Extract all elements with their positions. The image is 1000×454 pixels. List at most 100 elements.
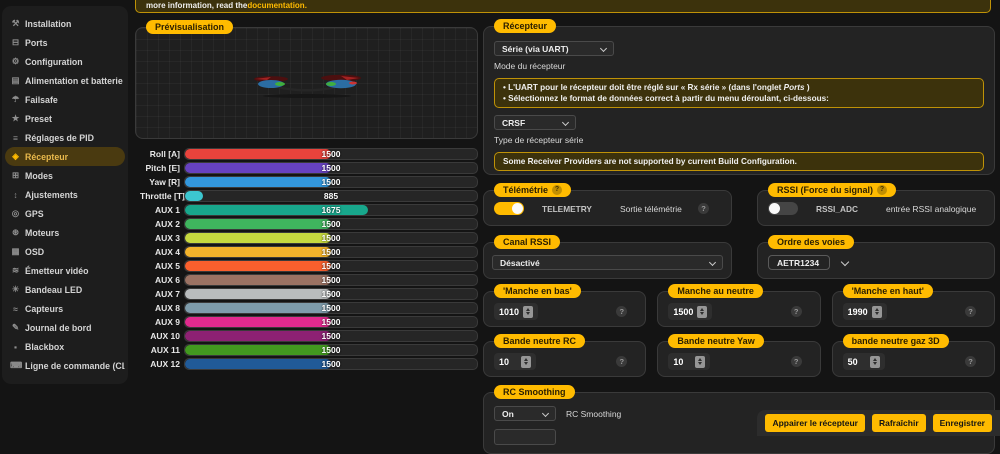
stick-center-panel: Manche au neutre 1500 ?	[657, 291, 820, 327]
channel-track: 1500	[184, 232, 478, 244]
yaw-deadband-input[interactable]: 10	[668, 353, 710, 370]
channel-row: AUX 11 1500	[140, 343, 478, 357]
stick-low-input[interactable]: 1010	[494, 303, 538, 320]
battery-icon: ▤	[10, 75, 21, 86]
sidebar-item-vtx[interactable]: ≋Émetteur vidéo	[5, 261, 125, 280]
channel-value: 1500	[185, 345, 477, 355]
serial-provider-select[interactable]: CRSF	[494, 115, 576, 130]
channel-bars: Roll [A]1500Pitch [E]1500Yaw [R]1500Thro…	[140, 147, 478, 371]
receiver-mode-select[interactable]: Série (via UART)	[494, 41, 614, 56]
help-icon[interactable]: ?	[965, 306, 976, 317]
sidebar-item-ajustements[interactable]: ↕Ajustements	[5, 185, 125, 204]
help-icon[interactable]: ?	[877, 185, 887, 195]
wrench-icon: ⚒	[10, 18, 21, 29]
throttle3d-deadband-input[interactable]: 50	[843, 353, 885, 370]
sidebar-item-led[interactable]: ☀ Bandeau LED	[5, 280, 125, 299]
sidebar-item-label: GPS	[25, 209, 44, 219]
sidebar-item-alimentation[interactable]: ▤Alimentation et batterie	[5, 71, 125, 90]
gear-icon: ⚙	[10, 56, 21, 67]
stepper-icon[interactable]	[695, 356, 705, 368]
channel-track: 1500	[184, 288, 478, 300]
help-icon[interactable]: ?	[616, 306, 627, 317]
channel-order-panel: Ordre des voies AETR1234	[757, 242, 995, 279]
channel-label: AUX 12	[140, 359, 180, 369]
channel-value: 1500	[185, 163, 477, 173]
help-icon[interactable]: ?	[552, 185, 562, 195]
stepper-icon[interactable]	[872, 306, 882, 318]
stick-high-panel: 'Manche en haut' 1990 ?	[832, 291, 995, 327]
telemetry-toggle[interactable]	[494, 202, 524, 215]
sidebar-item-configuration[interactable]: ⚙Configuration	[5, 52, 125, 71]
sidebar-item-failsafe[interactable]: ☂Failsafe	[5, 90, 125, 109]
channel-track: 1500	[184, 302, 478, 314]
help-icon[interactable]: ?	[791, 306, 802, 317]
refresh-button[interactable]: Rafraîchir	[872, 414, 926, 432]
sidebar-item-moteurs[interactable]: ⊛Moteurs	[5, 223, 125, 242]
bind-receiver-button[interactable]: Appairer le récepteur	[765, 414, 865, 432]
rssi-channel-select[interactable]: Désactivé	[492, 255, 723, 270]
rssi-adc-toggle[interactable]	[768, 202, 798, 215]
channel-label: Roll [A]	[140, 149, 180, 159]
rc-smoothing-select[interactable]: On	[494, 406, 556, 421]
rssi-panel: RSSI (Force du signal) ? RSSI_ADC entrée…	[757, 190, 995, 226]
stepper-icon[interactable]	[521, 356, 531, 368]
channel-value: 1500	[185, 233, 477, 243]
sidebar-item-recepteur[interactable]: ◈Récepteur	[5, 147, 125, 166]
rc-deadband-input[interactable]: 10	[494, 353, 536, 370]
stick-high-input[interactable]: 1990	[843, 303, 887, 320]
save-button[interactable]: Enregistrer	[933, 414, 992, 432]
sidebar-item-label: Preset	[25, 114, 52, 124]
sidebar-item-capteurs[interactable]: ≈Capteurs	[5, 299, 125, 318]
preset-icon: ★	[10, 113, 21, 124]
channel-row: AUX 81500	[140, 301, 478, 315]
stick-settings-row: 'Manche en bas' 1010 ? Manche au neutre …	[483, 291, 995, 327]
sidebar-item-pid[interactable]: ≡ Réglages de PID	[5, 128, 125, 147]
osd-icon: ▦	[10, 246, 21, 257]
help-icon[interactable]: ?	[791, 356, 802, 367]
sidebar-item-cli[interactable]: ⌨Ligne de commande (CLI)	[5, 356, 125, 375]
sidebar-item-ports[interactable]: ⊟Ports	[5, 33, 125, 52]
adjustments-icon: ↕	[10, 190, 21, 200]
stick-center-input[interactable]: 1500	[668, 303, 712, 320]
channel-order-badge: Ordre des voies	[768, 235, 854, 249]
sidebar-item-label: Réglages de PID	[25, 133, 94, 143]
sidebar-item-label: Modes	[25, 171, 53, 181]
sensors-icon: ≈	[10, 304, 21, 314]
sidebar-item-modes[interactable]: ⊞ Modes	[5, 166, 125, 185]
stick-low-panel: 'Manche en bas' 1010 ?	[483, 291, 646, 327]
help-icon[interactable]: ?	[698, 203, 709, 214]
drone-model	[237, 70, 377, 104]
logbook-icon: ✎	[10, 322, 21, 333]
modes-icon: ⊞	[10, 170, 21, 181]
sidebar-item-installation[interactable]: ⚒Installation	[5, 14, 125, 33]
channel-row: Pitch [E]1500	[140, 161, 478, 175]
sidebar-item-gps[interactable]: ◎GPS	[5, 204, 125, 223]
sidebar-item-label: Failsafe	[25, 95, 58, 105]
stepper-icon[interactable]	[697, 306, 707, 318]
help-icon[interactable]: ?	[616, 356, 627, 367]
channel-value: 1500	[185, 359, 477, 369]
sidebar-item-blackbox[interactable]: ▪Blackbox	[5, 337, 125, 356]
sidebar-item-preset[interactable]: ★ Preset	[5, 109, 125, 128]
chevron-down-icon	[709, 258, 716, 265]
rssi-toggle-label: RSSI_ADC	[816, 204, 858, 214]
channel-row: AUX 31500	[140, 231, 478, 245]
led-icon: ☀	[10, 284, 21, 295]
help-icon[interactable]: ?	[965, 356, 976, 367]
sidebar-item-osd[interactable]: ▦OSD	[5, 242, 125, 261]
sidebar-item-journal[interactable]: ✎Journal de bord	[5, 318, 125, 337]
receiver-icon: ◈	[10, 151, 21, 162]
stepper-icon[interactable]	[523, 306, 533, 318]
documentation-link[interactable]: documentation.	[247, 1, 307, 10]
sidebar-item-label: Ports	[25, 38, 48, 48]
yaw-deadband-panel: Bande neutre Yaw 10 ?	[657, 341, 820, 377]
chevron-down-icon[interactable]	[841, 257, 849, 265]
preview-panel: Prévisualisation	[135, 27, 478, 139]
channel-order-input[interactable]: AETR1234	[768, 255, 830, 270]
stepper-icon[interactable]	[870, 356, 880, 368]
sidebar-item-label: Bandeau LED	[25, 285, 82, 295]
channel-label: AUX 11	[140, 345, 180, 355]
partial-control[interactable]	[494, 429, 556, 445]
tuning-icon: ≡	[10, 133, 21, 143]
channel-value: 1500	[185, 177, 477, 187]
